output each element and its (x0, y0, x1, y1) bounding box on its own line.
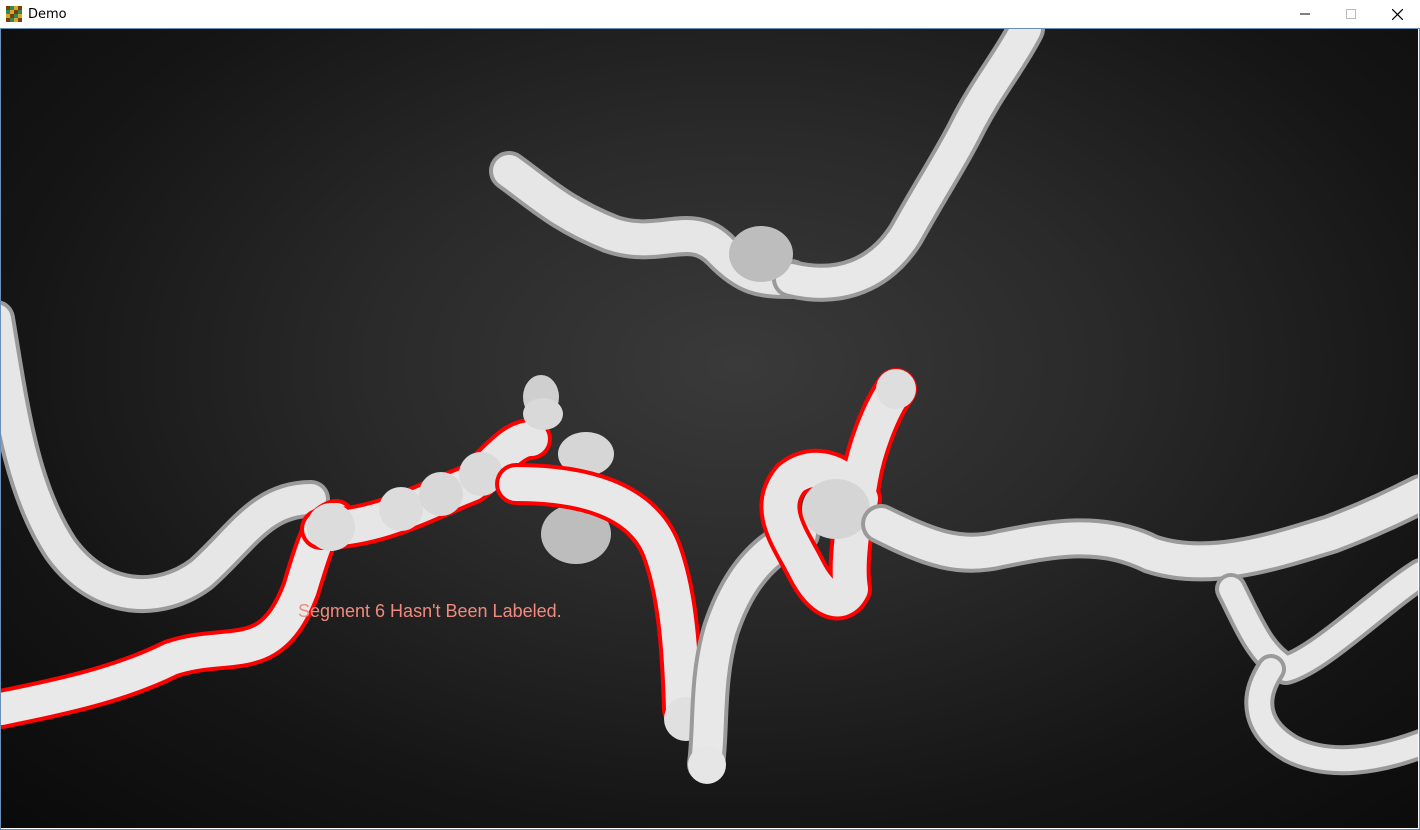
vessel-segment-center-right[interactable] (759, 368, 1418, 776)
minimize-button[interactable] (1282, 0, 1328, 28)
maximize-button[interactable] (1328, 0, 1374, 28)
minimize-icon (1300, 13, 1310, 15)
maximize-icon (1346, 9, 1356, 19)
vessel-scene[interactable] (1, 29, 1418, 828)
vessel-segment-center-left[interactable] (300, 375, 820, 784)
title-bar[interactable]: Demo (0, 0, 1420, 29)
window-title: Demo (28, 6, 67, 22)
vessel-segment-top[interactable] (489, 29, 1045, 302)
segment-status-label: Segment 6 Hasn't Been Labeled. (298, 601, 562, 621)
window-controls (1282, 0, 1420, 28)
render-viewport[interactable]: Segment 6 Hasn't Been Labeled. (1, 29, 1418, 828)
app-icon (6, 6, 22, 22)
close-icon (1391, 8, 1403, 20)
close-button[interactable] (1374, 0, 1420, 28)
demo-window: Demo Segment 6 Hasn't Been Labeled. (0, 0, 1420, 830)
vessel-segment-left[interactable] (1, 300, 356, 729)
